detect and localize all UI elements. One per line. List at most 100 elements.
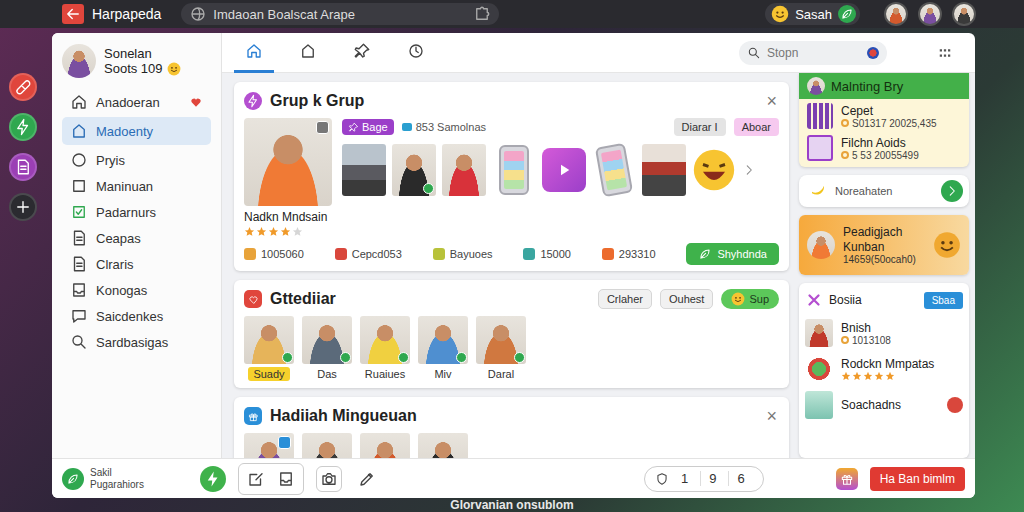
close-button[interactable]: × [764, 407, 779, 425]
photo-thumbnail[interactable] [442, 144, 486, 196]
tab[interactable] [234, 33, 274, 73]
sidebar-item[interactable]: Padarnurs [62, 199, 211, 225]
member-photo[interactable] [244, 118, 332, 206]
stat-icon [244, 248, 256, 260]
avatar[interactable] [952, 2, 976, 26]
sidebar-item[interactable]: Ceapas [62, 225, 211, 251]
person-photo[interactable] [360, 433, 410, 458]
edit-badge[interactable] [316, 121, 329, 134]
people-icon [244, 290, 262, 308]
photo-thumbnail[interactable] [392, 144, 436, 196]
video-thumbnail[interactable] [542, 148, 586, 192]
sidebar-label: Konogas [96, 283, 203, 298]
search-field[interactable]: Stopn [739, 41, 887, 65]
rail-button[interactable] [9, 113, 37, 141]
stat: Cepcd053 [335, 248, 402, 260]
filter-button[interactable]: Crlaher [598, 289, 652, 309]
clock-icon [841, 119, 849, 127]
tag[interactable]: Bage [342, 119, 394, 135]
counter[interactable]: 6 [728, 471, 752, 486]
compose-button[interactable] [243, 466, 269, 492]
filter-button[interactable]: Ouhest [660, 289, 713, 309]
inbox-button[interactable] [273, 466, 299, 492]
phone-thumbnail[interactable] [595, 143, 633, 197]
address-bar[interactable]: Imdaoan Boalscat Arape [181, 3, 499, 25]
star-icon [852, 371, 862, 381]
tab[interactable] [288, 33, 328, 73]
stat: 293310 [602, 248, 656, 260]
chevron-right-icon[interactable] [742, 163, 756, 177]
item-title: Rodckn Mmpatas [841, 357, 934, 371]
person[interactable]: Daral [476, 316, 526, 381]
banana-icon [809, 182, 827, 200]
sidebar-item[interactable]: Saicdenkes [62, 303, 211, 329]
sidebar-item[interactable]: Clraris [62, 251, 211, 277]
primary-button[interactable]: Ha Ban bimlm [870, 467, 965, 491]
back-button[interactable] [62, 4, 84, 24]
tab[interactable] [342, 33, 382, 73]
rail-button[interactable] [9, 153, 37, 181]
brand: SakilPugarahiors [62, 467, 188, 491]
leaf-icon [698, 247, 712, 261]
section-button[interactable]: Sbaa [924, 292, 963, 309]
item-thumbnail [805, 355, 833, 383]
section-item[interactable]: Rodckn Mmpatas [805, 353, 963, 385]
notice[interactable]: Noreahaten [799, 175, 969, 207]
home-icon [70, 122, 88, 140]
person-photo[interactable] [418, 433, 468, 458]
item-meta: 1013108 [841, 335, 891, 346]
badge-icon [278, 436, 291, 449]
sup-button[interactable]: Sup [721, 289, 779, 309]
section-item[interactable]: Bnish1013108 [805, 317, 963, 349]
sidebar-item[interactable]: Pryis [62, 147, 211, 173]
go-button[interactable] [941, 180, 963, 202]
photo-thumbnail[interactable] [342, 144, 386, 196]
avatar[interactable] [918, 2, 942, 26]
phone-thumbnail[interactable] [499, 145, 529, 195]
sidebar-item[interactable]: Anadoeran [62, 89, 211, 115]
sidebar-item[interactable]: Madoenty [62, 117, 211, 145]
panel-item[interactable]: Filchn Aoids5 53 20055499 [807, 135, 961, 161]
rating [244, 226, 779, 237]
counter[interactable]: 9 [700, 471, 724, 486]
sidebar-item[interactable]: Sardbasigas [62, 329, 211, 355]
people-list: SuadyDasRuaiuesMivDaral [244, 316, 779, 381]
camera-button[interactable] [316, 466, 342, 492]
tab[interactable] [396, 33, 436, 73]
photo-thumbnail[interactable] [642, 144, 686, 196]
cross-icon [805, 291, 823, 309]
panel-item[interactable]: CepetS01317 20025,435 [807, 103, 961, 129]
apps-button[interactable] [925, 39, 965, 67]
close-button[interactable]: × [764, 92, 779, 110]
person-photo[interactable] [244, 433, 294, 458]
person[interactable]: Das [302, 316, 352, 381]
pen-button[interactable] [354, 466, 380, 492]
sidebar-item[interactable]: Maninuan [62, 173, 211, 199]
rail-button[interactable] [9, 193, 37, 221]
gift-icon[interactable] [836, 468, 858, 490]
promo-card[interactable]: Peadigjach Kunban14659(50ocah0) [799, 215, 969, 275]
address-text: Imdaoan Boalscat Arape [213, 7, 467, 22]
counter[interactable]: 1 [673, 471, 696, 486]
sidebar-label: Clraris [96, 257, 203, 272]
brand-text: SakilPugarahiors [90, 467, 144, 491]
gift-people [244, 433, 779, 458]
person[interactable]: Ruaiues [360, 316, 410, 381]
sidebar-item[interactable]: Konogas [62, 277, 211, 303]
smiley-icon [933, 231, 961, 259]
person[interactable]: Miv [418, 316, 468, 381]
avatar[interactable] [884, 2, 908, 26]
card-header: Hadiiah Mingueuan× [244, 403, 779, 429]
person-photo[interactable] [302, 433, 352, 458]
user-pill[interactable]: Sasah [765, 3, 860, 25]
chip[interactable]: Diarar I [674, 118, 726, 136]
chip[interactable]: Aboar [734, 118, 779, 136]
inbox-icon [277, 470, 295, 488]
rail-button[interactable] [9, 73, 37, 101]
item-text: Rodckn Mmpatas [841, 357, 934, 381]
section-item[interactable]: Soachadns [805, 389, 963, 421]
profile[interactable]: SonelanSoots 109 [62, 41, 211, 81]
person[interactable]: Suady [244, 316, 294, 381]
action-button[interactable]: Shyhdnda [686, 243, 779, 265]
quick-button[interactable] [200, 466, 226, 492]
